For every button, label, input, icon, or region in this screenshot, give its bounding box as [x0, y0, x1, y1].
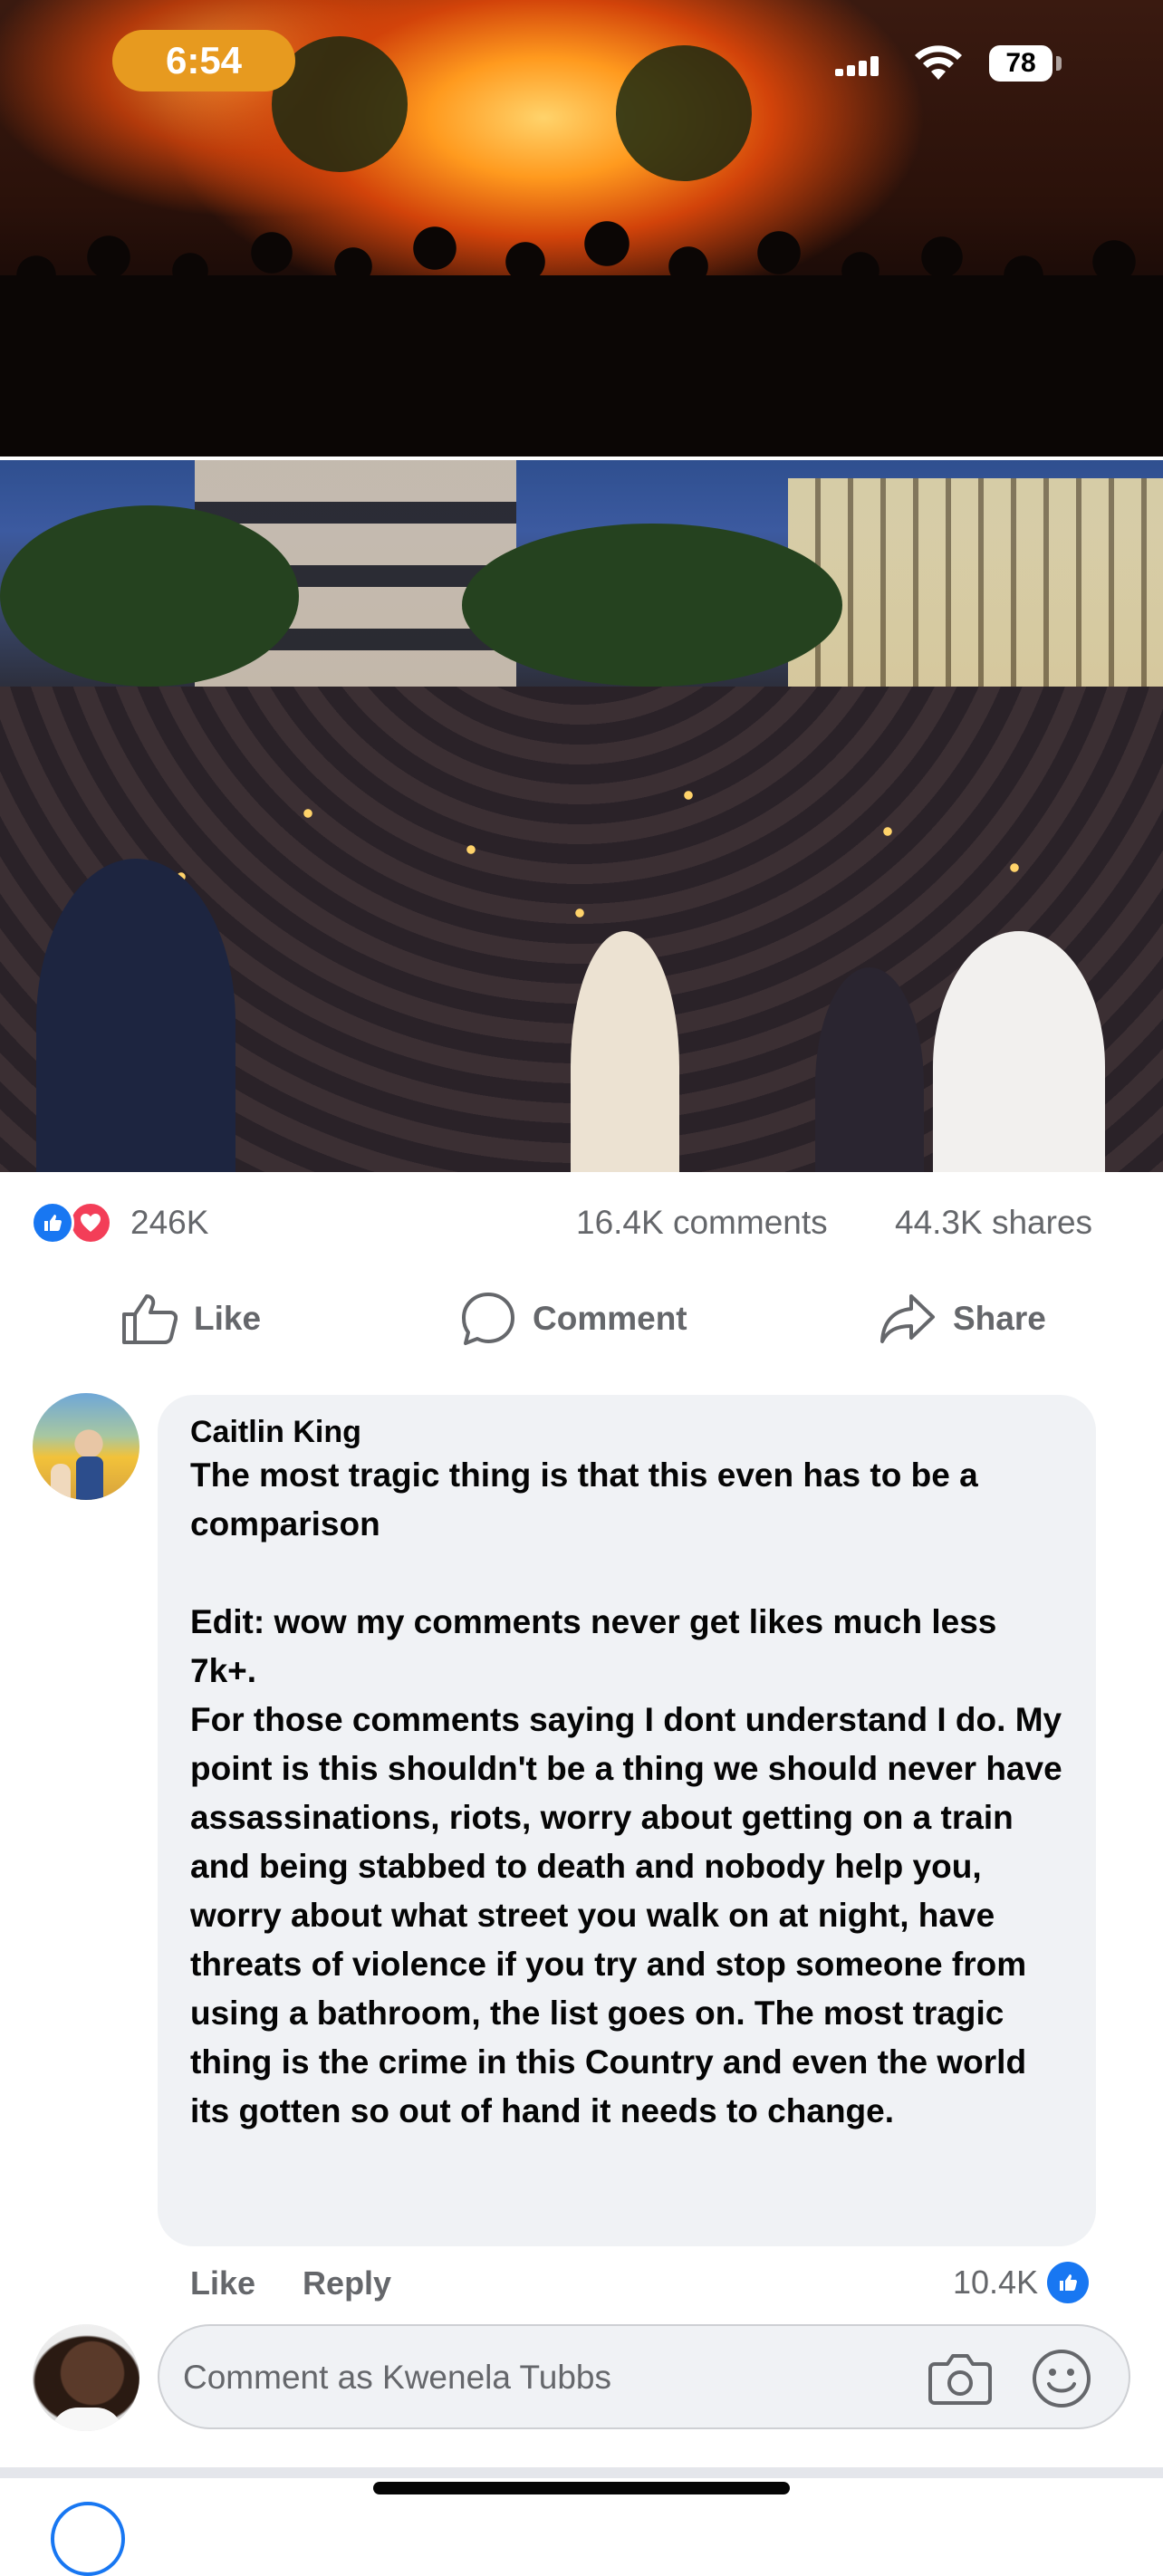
comment-likes[interactable]: 10.4K [953, 2259, 1090, 2306]
comment-text: The most tragic thing is that this even … [190, 1456, 1062, 2129]
shares-count[interactable]: 44.3K shares [895, 1199, 1092, 1246]
next-post-avatar [51, 2502, 125, 2576]
comment-button[interactable]: Comment [460, 1290, 687, 1348]
avatar-figure [51, 1464, 71, 1500]
comment-like-button[interactable]: Like [190, 2261, 255, 2306]
post-action-bar: Like Comment Share [0, 1272, 1163, 1362]
photo-tree [462, 524, 842, 687]
comment-actions: Like Reply [190, 2261, 391, 2306]
share-button[interactable]: Share [879, 1290, 1046, 1348]
wifi-icon [915, 45, 962, 80]
like-button-label: Like [194, 1300, 262, 1337]
photo-crowd-silhouette [0, 221, 1163, 457]
share-icon [880, 1294, 935, 1343]
photo-building [788, 478, 1163, 687]
post-stats: 246K 16.4K comments 44.3K shares [0, 1172, 1163, 1272]
photo-person [36, 859, 235, 1172]
thumbs-up-icon [122, 1294, 178, 1344]
current-user-avatar[interactable] [33, 2324, 139, 2431]
comment-reply-button[interactable]: Reply [303, 2261, 391, 2306]
signal-icon [835, 54, 880, 76]
avatar-figure [51, 2408, 123, 2431]
comment-likes-count: 10.4K [953, 2264, 1039, 2301]
home-indicator[interactable] [373, 2482, 790, 2494]
photo-tree [0, 505, 299, 687]
comment-icon [462, 1293, 514, 1345]
status-bar: 6:54 78 [0, 0, 1163, 109]
comment-bubble[interactable]: Caitlin King The most tragic thing is th… [158, 1395, 1096, 2246]
camera-icon[interactable] [928, 2351, 993, 2406]
love-reaction-icon[interactable] [69, 1201, 112, 1245]
battery-indicator: 78 [989, 45, 1052, 82]
reactions-count[interactable]: 246K [130, 1199, 208, 1246]
commenter-name[interactable]: Caitlin King [190, 1413, 1063, 1451]
bottom-divider [0, 2467, 1163, 2478]
avatar-figure [76, 1456, 103, 1500]
comment-button-label: Comment [533, 1300, 687, 1337]
like-button[interactable]: Like [121, 1290, 261, 1348]
like-reaction-icon [1047, 2262, 1090, 2303]
battery-tip [1056, 56, 1062, 71]
commenter-avatar[interactable] [33, 1393, 139, 1500]
comment-composer[interactable] [158, 2324, 1130, 2429]
emoji-icon[interactable] [1031, 2348, 1092, 2409]
share-button-label: Share [953, 1300, 1046, 1337]
comment-input[interactable] [181, 2326, 873, 2429]
comments-count[interactable]: 16.4K comments [576, 1199, 828, 1246]
like-reaction-icon[interactable] [31, 1201, 74, 1245]
post-photo-bottom[interactable] [0, 460, 1163, 1172]
status-time: 6:54 [112, 30, 295, 91]
